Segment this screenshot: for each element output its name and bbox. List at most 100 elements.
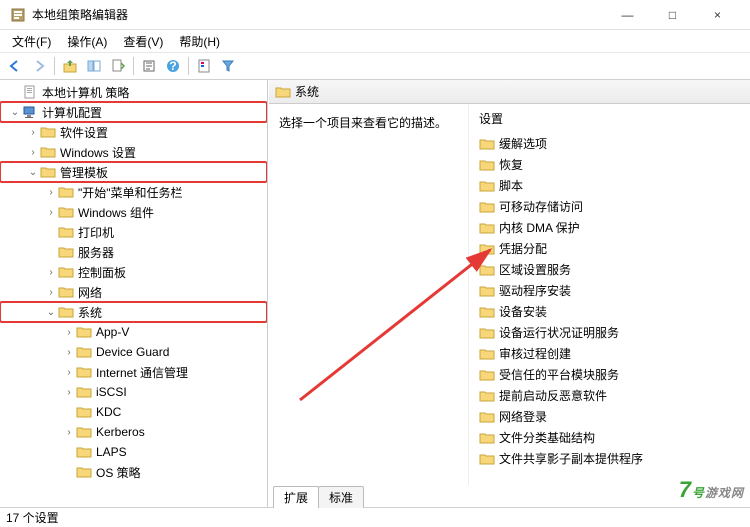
list-item[interactable]: 可移动存储访问 (469, 196, 750, 217)
tree-item[interactable]: 本地计算机 策略 (0, 82, 267, 102)
expander-closed-icon[interactable]: › (62, 327, 76, 338)
minimize-button[interactable]: — (605, 0, 650, 30)
folder-icon (76, 385, 92, 399)
tree-item[interactable]: › Windows 组件 (0, 202, 267, 222)
expander-closed-icon[interactable]: › (44, 207, 58, 218)
list-item[interactable]: 提前启动反恶意软件 (469, 385, 750, 406)
list-item[interactable]: 审核过程创建 (469, 343, 750, 364)
list-item[interactable]: 脚本 (469, 175, 750, 196)
expander-open-icon[interactable]: ⌄ (44, 307, 58, 318)
tree-item[interactable]: KDC (0, 402, 267, 422)
list-item[interactable]: 设备安装 (469, 301, 750, 322)
watermark: 7号游戏网 (679, 477, 744, 503)
expander-open-icon[interactable]: ⌄ (26, 167, 40, 178)
tree-item-label: Windows 设置 (60, 144, 136, 161)
folder-icon (479, 200, 495, 214)
back-button[interactable] (4, 55, 26, 77)
list-item-label: 可移动存储访问 (499, 198, 583, 215)
tree-item[interactable]: ›控制面板 (0, 262, 267, 282)
expander-open-icon[interactable]: ⌄ (8, 107, 22, 118)
list-item[interactable]: 恢复 (469, 154, 750, 175)
toolbar: ? (0, 52, 750, 80)
expander-closed-icon[interactable]: › (62, 347, 76, 358)
tree-item[interactable]: ⌄计算机配置 (0, 102, 267, 122)
expander-closed-icon[interactable]: › (44, 267, 58, 278)
app-icon (10, 7, 26, 23)
list-item-label: 恢复 (499, 156, 523, 173)
watermark-hao: 号 (692, 486, 705, 500)
folder-icon (479, 452, 495, 466)
toolbar-separator (54, 57, 55, 75)
folder-icon (479, 410, 495, 424)
folder-icon (76, 425, 92, 439)
expander-closed-icon[interactable]: › (44, 187, 58, 198)
maximize-button[interactable]: □ (650, 0, 695, 30)
help-button[interactable]: ? (162, 55, 184, 77)
forward-button[interactable] (28, 55, 50, 77)
tree-item[interactable]: 服务器 (0, 242, 267, 262)
tree-item[interactable]: LAPS (0, 442, 267, 462)
tree-item-label: 软件设置 (60, 124, 108, 141)
tree-item[interactable]: ⌄系统 (0, 302, 267, 322)
tab-standard[interactable]: 标准 (318, 486, 364, 508)
folder-icon (479, 326, 495, 340)
tab-extended[interactable]: 扩展 (273, 486, 319, 508)
expander-closed-icon[interactable]: › (44, 287, 58, 298)
expander-closed-icon[interactable]: › (62, 367, 76, 378)
folder-icon (58, 225, 74, 239)
list-item[interactable]: 网络登录 (469, 406, 750, 427)
expander-closed-icon[interactable]: › (62, 387, 76, 398)
right-header-title: 系统 (295, 83, 319, 100)
toolbar-separator (133, 57, 134, 75)
list-item-label: 驱动程序安装 (499, 282, 571, 299)
tree-item[interactable]: ⌄管理模板 (0, 162, 267, 182)
list-item[interactable]: 凭据分配 (469, 238, 750, 259)
list-item[interactable]: 受信任的平台模块服务 (469, 364, 750, 385)
refresh-button[interactable] (138, 55, 160, 77)
filter-button[interactable] (217, 55, 239, 77)
list-item-label: 受信任的平台模块服务 (499, 366, 619, 383)
show-hide-button[interactable] (83, 55, 105, 77)
tree-item[interactable]: › 软件设置 (0, 122, 267, 142)
tree-item[interactable]: ›Internet 通信管理 (0, 362, 267, 382)
close-button[interactable]: × (695, 0, 740, 30)
up-button[interactable] (59, 55, 81, 77)
list-item[interactable]: 设备运行状况证明服务 (469, 322, 750, 343)
menu-file[interactable]: 文件(F) (4, 31, 59, 52)
menu-help[interactable]: 帮助(H) (171, 31, 228, 52)
tree-panel[interactable]: 本地计算机 策略⌄计算机配置 › 软件设置 › Windows 设置⌄管理模板›"开始"… (0, 80, 268, 507)
properties-button[interactable] (193, 55, 215, 77)
tree-item[interactable]: › Windows 设置 (0, 142, 267, 162)
tree-item[interactable]: ›Device Guard (0, 342, 267, 362)
export-button[interactable] (107, 55, 129, 77)
expander-closed-icon[interactable]: › (62, 427, 76, 438)
tree-item[interactable]: › iSCSI (0, 382, 267, 402)
list-item[interactable]: 缓解选项 (469, 133, 750, 154)
tree-item-label: App-V (96, 325, 129, 339)
list-item-label: 文件分类基础结构 (499, 429, 595, 446)
list-item[interactable]: 区域设置服务 (469, 259, 750, 280)
tree-item[interactable]: ›Kerberos (0, 422, 267, 442)
tree-item[interactable]: ›网络 (0, 282, 267, 302)
list-item[interactable]: 文件分类基础结构 (469, 427, 750, 448)
watermark-cn: 游戏网 (705, 486, 744, 500)
right-body: 选择一个项目来查看它的描述。 设置 缓解选项恢复脚本可移动存储访问内核 DMA … (269, 104, 750, 485)
folder-icon (76, 405, 92, 419)
menu-view[interactable]: 查看(V) (115, 31, 171, 52)
list-item[interactable]: 内核 DMA 保护 (469, 217, 750, 238)
expander-closed-icon[interactable]: › (26, 147, 40, 158)
list-item[interactable]: 文件共享影子副本提供程序 (469, 448, 750, 469)
folder-icon (76, 365, 92, 379)
list-item[interactable]: 驱动程序安装 (469, 280, 750, 301)
tree-item[interactable]: › App-V (0, 322, 267, 342)
tree-item-label: iSCSI (96, 385, 127, 399)
tree-item[interactable]: 打印机 (0, 222, 267, 242)
tree-item[interactable]: ›"开始"菜单和任务栏 (0, 182, 267, 202)
menu-action[interactable]: 操作(A) (59, 31, 115, 52)
tree-item-label: KDC (96, 405, 121, 419)
tree-item[interactable]: OS 策略 (0, 462, 267, 482)
content-area: 本地计算机 策略⌄计算机配置 › 软件设置 › Windows 设置⌄管理模板›"开始"… (0, 80, 750, 507)
tree-item-label: Windows 组件 (78, 204, 154, 221)
expander-closed-icon[interactable]: › (26, 127, 40, 138)
list-column[interactable]: 设置 缓解选项恢复脚本可移动存储访问内核 DMA 保护凭据分配区域设置服务驱动程… (469, 104, 750, 485)
